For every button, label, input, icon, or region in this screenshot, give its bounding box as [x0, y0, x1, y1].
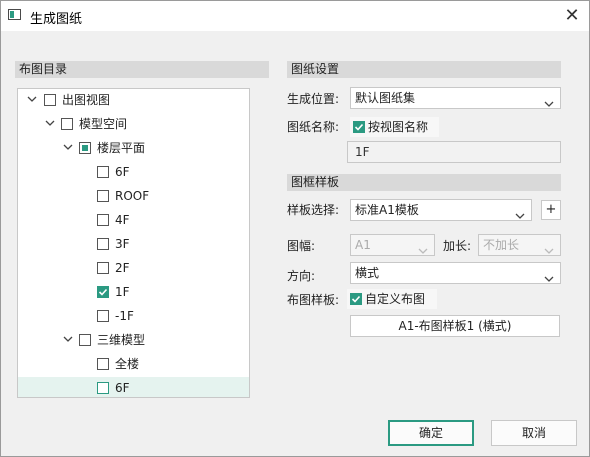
template-value: 标准A1模板	[355, 203, 419, 217]
extend-label: 加长:	[443, 239, 472, 253]
tree-node-floor-plans[interactable]: 楼层平面	[18, 137, 249, 159]
close-icon[interactable]: ✕	[557, 3, 587, 29]
tree-checkbox[interactable]	[97, 190, 109, 202]
tree-node-label: 全楼	[115, 357, 140, 371]
app-icon	[8, 9, 21, 20]
frame-template-header: 图框样板	[287, 174, 561, 191]
drawing-settings-header: 图纸设置	[287, 61, 561, 78]
title-bar: 生成图纸 ✕	[1, 1, 589, 31]
tree-checkbox[interactable]	[97, 166, 109, 178]
custom-layout-checkbox[interactable]: 自定义布图	[347, 289, 437, 309]
ok-button[interactable]: 确定	[388, 420, 474, 446]
tree-node-label: 3F	[115, 237, 130, 251]
chevron-down-icon	[515, 206, 525, 226]
tree-checkbox[interactable]	[97, 310, 109, 322]
sheet-size-label: 图幅:	[287, 239, 316, 253]
tree-node-4f[interactable]: 4F	[18, 209, 249, 231]
window-title: 生成图纸	[30, 12, 83, 27]
orientation-select[interactable]: 横式	[350, 262, 561, 284]
tree-node-minus-1f[interactable]: -1F	[18, 305, 249, 327]
location-value: 默认图纸集	[355, 91, 416, 105]
tree-checkbox[interactable]	[44, 94, 56, 106]
tree-checkbox[interactable]	[97, 382, 109, 394]
tree-node-output-views[interactable]: 出图视图	[18, 89, 249, 111]
tree-node-label: -1F	[115, 309, 134, 323]
tree-node-6f[interactable]: 6F	[18, 161, 249, 183]
checkbox-checked[interactable]	[350, 293, 362, 305]
tree-checkbox-checked[interactable]	[97, 286, 109, 298]
tree-node-3d-models[interactable]: 三维模型	[18, 329, 249, 351]
layout-template-button[interactable]: A1-布图样板1 (横式)	[350, 315, 560, 337]
tree-node-2f[interactable]: 2F	[18, 257, 249, 279]
sheet-size-select[interactable]: A1	[350, 234, 435, 256]
chevron-down-icon	[544, 269, 554, 289]
template-label: 样板选择:	[287, 203, 340, 217]
view-tree[interactable]: 出图视图 模型空间 楼层平面 6F ROOF 4F 3F 2F 1F -1F 三…	[17, 88, 250, 398]
chevron-down-icon[interactable]	[63, 142, 73, 152]
tree-node-label: 模型空间	[79, 117, 128, 131]
tree-node-label: 6F	[115, 381, 130, 395]
chevron-down-icon[interactable]	[27, 94, 37, 104]
tree-node-label: 2F	[115, 261, 130, 275]
tree-node-label: 1F	[115, 285, 130, 299]
generate-drawings-dialog: 生成图纸 ✕ 布图目录 出图视图 模型空间 楼层平面 6F ROOF 4F 3F…	[0, 0, 590, 457]
orientation-value: 横式	[355, 266, 380, 280]
dialog-content: 布图目录 出图视图 模型空间 楼层平面 6F ROOF 4F 3F 2F 1F …	[1, 31, 589, 456]
location-select[interactable]: 默认图纸集	[350, 87, 561, 109]
tree-node-label: 楼层平面	[97, 141, 146, 155]
tree-node-model-space[interactable]: 模型空间	[18, 113, 249, 135]
tree-checkbox[interactable]	[97, 238, 109, 250]
drawing-name-input[interactable]: 1F	[347, 141, 561, 163]
tree-checkbox[interactable]	[97, 358, 109, 370]
checkbox-checked[interactable]	[353, 121, 365, 133]
chevron-down-icon	[544, 94, 554, 114]
tree-checkbox[interactable]	[79, 334, 91, 346]
tree-checkbox-partial[interactable]	[79, 142, 91, 154]
tree-node-1f[interactable]: 1F	[18, 281, 249, 303]
chevron-down-icon[interactable]	[63, 334, 73, 344]
extend-select[interactable]: 不加长	[478, 234, 561, 256]
cancel-button[interactable]: 取消	[491, 420, 577, 446]
tree-node-label: ROOF	[115, 189, 150, 203]
checkbox-label: 按视图名称	[368, 120, 429, 134]
sheet-size-value: A1	[355, 238, 371, 252]
tree-checkbox[interactable]	[97, 262, 109, 274]
chevron-down-icon	[418, 241, 428, 261]
tree-node-label: 4F	[115, 213, 130, 227]
chevron-down-icon[interactable]	[45, 118, 55, 128]
tree-node-label: 6F	[115, 165, 130, 179]
tree-node-whole-building[interactable]: 全楼	[18, 353, 249, 375]
add-template-button[interactable]: +	[541, 200, 561, 220]
by-view-name-checkbox[interactable]: 按视图名称	[350, 117, 439, 137]
extend-value: 不加长	[483, 238, 520, 252]
tree-node-roof[interactable]: ROOF	[18, 185, 249, 207]
drawing-name-label: 图纸名称:	[287, 120, 340, 134]
template-select[interactable]: 标准A1模板	[350, 199, 532, 221]
location-label: 生成位置:	[287, 92, 340, 106]
orientation-label: 方向:	[287, 269, 316, 283]
layout-directory-header: 布图目录	[15, 61, 269, 78]
chevron-down-icon	[544, 241, 554, 261]
layout-template-label: 布图样板:	[287, 293, 340, 307]
checkbox-label: 自定义布图	[365, 292, 426, 306]
tree-node-3d-6f-selected[interactable]: 6F	[18, 377, 249, 397]
tree-checkbox[interactable]	[61, 118, 73, 130]
tree-checkbox[interactable]	[97, 214, 109, 226]
tree-node-label: 出图视图	[62, 93, 111, 107]
tree-node-3f[interactable]: 3F	[18, 233, 249, 255]
tree-node-label: 三维模型	[97, 333, 146, 347]
